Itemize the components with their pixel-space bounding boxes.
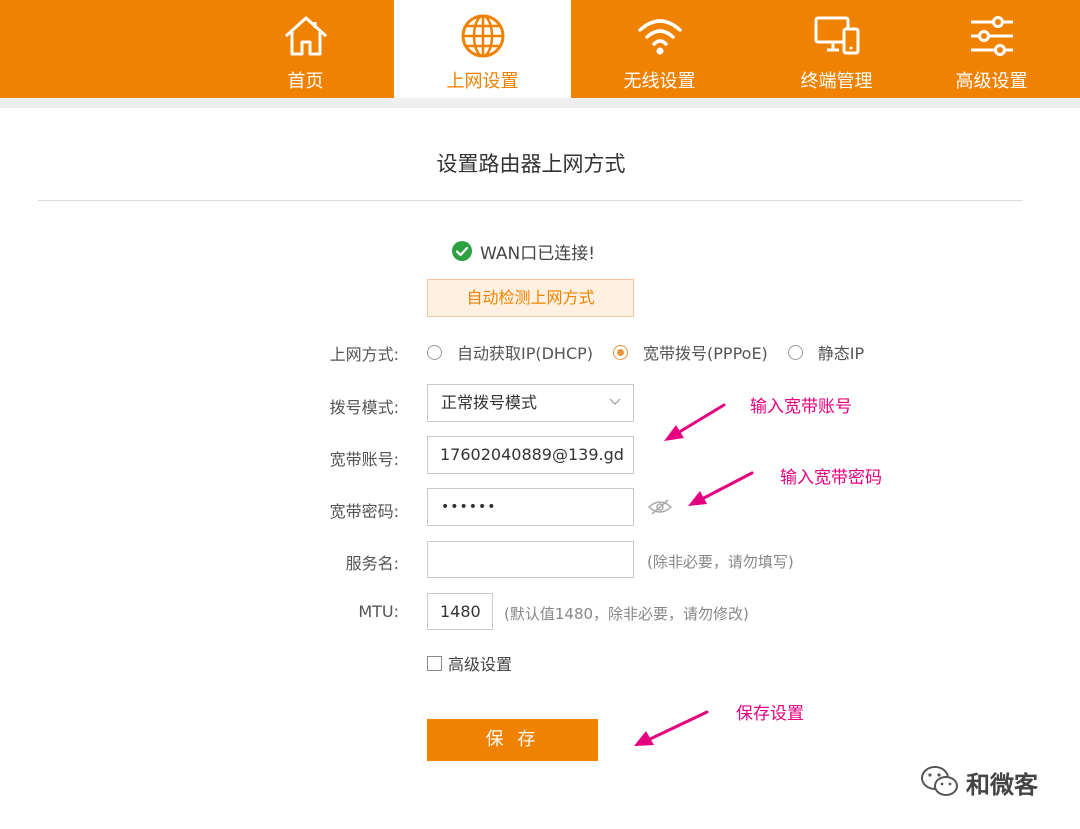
- wechat-icon: [921, 766, 958, 796]
- tab-internet-settings-label: 上网设置: [446, 71, 519, 92]
- chevron-down-icon: [609, 398, 621, 405]
- wan-status: WAN口已连接!: [452, 239, 596, 264]
- service-hint: (除非必要，请勿填写): [647, 553, 794, 571]
- tab-internet-settings[interactable]: 上网设置: [394, 0, 571, 98]
- page-title: 设置路由器上网方式: [436, 152, 626, 176]
- sliders-icon: [970, 16, 1013, 56]
- arrow-save: [646, 710, 709, 742]
- mtu-label: MTU:: [358, 602, 399, 621]
- radio-dhcp[interactable]: [427, 344, 442, 360]
- tab-wireless-settings-label: 无线设置: [623, 71, 696, 92]
- radio-static-ip-label[interactable]: 静态IP: [818, 340, 864, 364]
- tab-home[interactable]: 首页: [217, 0, 394, 98]
- globe-icon: [461, 14, 504, 58]
- arrow-account: [674, 403, 726, 436]
- dial-mode-select[interactable]: 正常拨号模式: [427, 384, 634, 422]
- advanced-checkbox[interactable]: [427, 655, 442, 671]
- dial-mode-value: 正常拨号模式: [441, 393, 538, 412]
- annotation-account: 输入宽带账号: [750, 397, 852, 417]
- advanced-checkbox-label[interactable]: 高级设置: [448, 651, 512, 675]
- auto-detect-button[interactable]: 自动检测上网方式: [427, 279, 634, 317]
- check-circle-icon: [452, 241, 472, 261]
- tab-device-management[interactable]: 终端管理: [748, 0, 925, 98]
- watermark-text: 和微客: [966, 770, 1038, 799]
- home-icon: [284, 16, 327, 56]
- tab-advanced-settings-label: 高级设置: [955, 71, 1028, 92]
- wan-status-text: WAN口已连接!: [480, 243, 596, 264]
- service-label: 服务名:: [345, 554, 399, 573]
- eye-off-icon[interactable]: [648, 499, 672, 515]
- dial-mode-label: 拨号模式:: [329, 398, 399, 417]
- mtu-hint: (默认值1480，除非必要，请勿修改): [504, 605, 749, 623]
- tab-home-label: 首页: [287, 71, 324, 92]
- account-label: 宽带账号:: [329, 450, 399, 469]
- radio-static-ip[interactable]: [787, 344, 803, 360]
- advanced-checkbox-row[interactable]: 高级设置: [427, 652, 512, 674]
- mode-label: 上网方式:: [329, 345, 399, 364]
- top-nav: 首页 上网设置 无线设置 终端管理 高级设置: [0, 0, 1080, 98]
- wifi-icon: [637, 19, 682, 55]
- radio-pppoe[interactable]: [613, 344, 629, 360]
- devices-icon: [814, 16, 859, 55]
- radio-pppoe-label[interactable]: 宽带拨号(PPPoE): [643, 340, 768, 364]
- arrow-password: [698, 471, 754, 502]
- mtu-input[interactable]: 1480: [427, 593, 493, 630]
- account-input[interactable]: 17602040889@139.gd: [427, 436, 634, 474]
- tab-wireless-settings[interactable]: 无线设置: [571, 0, 748, 98]
- save-button[interactable]: 保 存: [427, 719, 598, 761]
- divider: [38, 200, 1023, 201]
- tab-device-management-label: 终端管理: [800, 71, 873, 92]
- annotation-save: 保存设置: [736, 704, 804, 724]
- password-input[interactable]: ••••••: [427, 488, 634, 526]
- tab-advanced-settings[interactable]: 高级设置: [903, 0, 1080, 98]
- password-label: 宽带密码:: [329, 502, 399, 521]
- watermark: 和微客: [920, 764, 1038, 800]
- radio-dhcp-label[interactable]: 自动获取IP(DHCP): [457, 340, 593, 364]
- service-input[interactable]: [427, 541, 634, 578]
- mode-radio-group: 自动获取IP(DHCP) 宽带拨号(PPPoE) 静态IP: [427, 340, 884, 364]
- annotation-password: 输入宽带密码: [780, 468, 882, 488]
- nav-shadow: [0, 98, 1080, 108]
